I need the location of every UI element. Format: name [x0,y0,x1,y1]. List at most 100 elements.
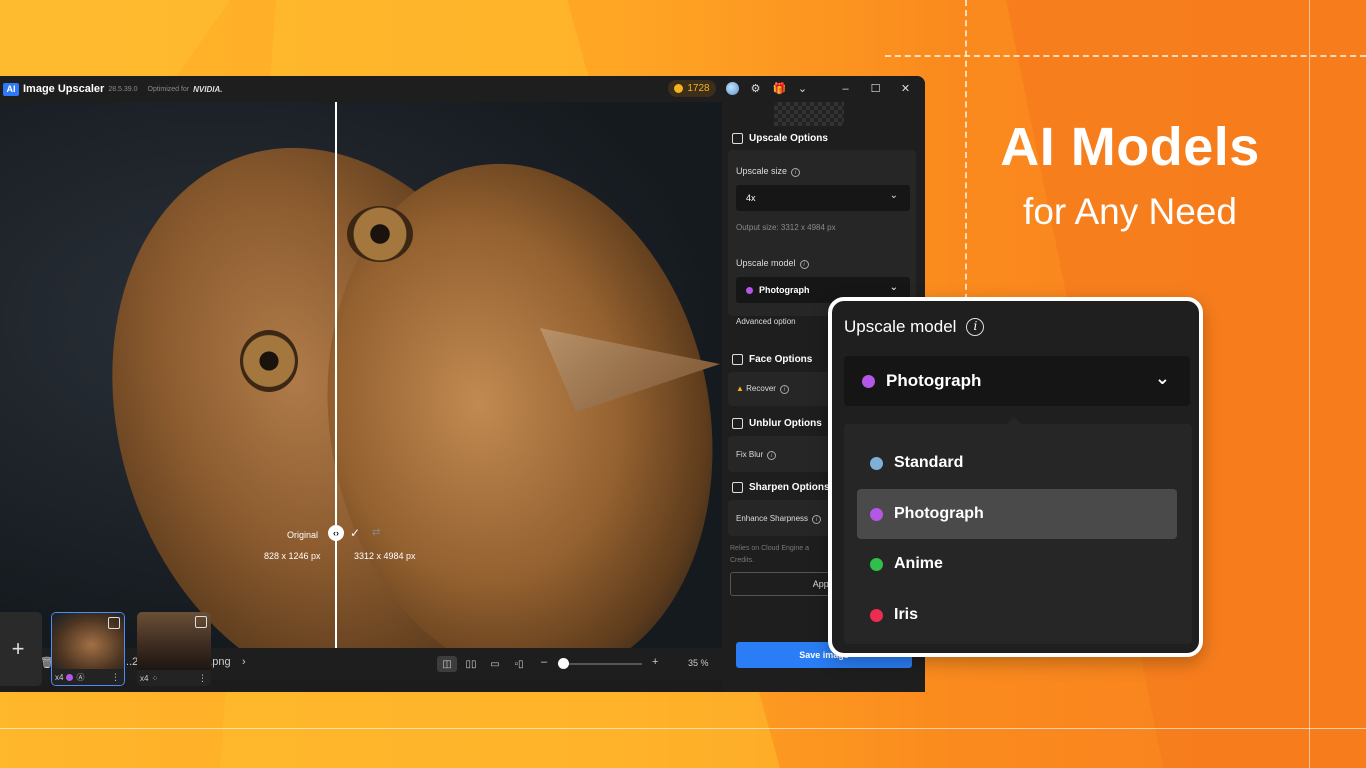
model-dot-icon [870,507,883,521]
dashed-guide-horizontal [885,55,1366,57]
chevron-down-icon: ⌄ [1154,368,1170,388]
app-name: Image Upscaler [23,83,105,95]
more-icon[interactable]: ⋮ [111,672,120,683]
option-label: Iris [894,606,919,623]
advanced-option-link[interactable]: Advanced option [736,317,796,326]
headline-subtitle: for Any Need [1023,191,1237,232]
upscale-model-text: Upscale model [736,258,796,268]
upscale-options-header[interactable]: Upscale Options [732,133,828,144]
chevron-down-icon: ⌄ [889,190,898,201]
thumbnail-scale: x4 [55,672,64,682]
chevron-down-icon: ⌄ [889,282,898,293]
popup-title-text: Upscale model [844,317,957,336]
zoom-level[interactable]: 35 % [688,658,709,668]
fix-blur-text: Fix Blur [736,450,764,459]
info-icon[interactable]: i [799,260,809,269]
model-dot-icon [870,608,883,622]
compare-view-icon[interactable]: ▫▯ [509,656,529,672]
option-label: Photograph [894,505,984,522]
face-options-header[interactable]: Face Options [732,354,812,365]
chevron-down-icon[interactable]: ⌄ [795,81,810,96]
coin-icon [674,84,684,93]
upscale-size-select[interactable]: 4x ⌄ [736,185,910,211]
upscale-options-card: Upscale size i 4x ⌄ Output size: 3312 x 4… [728,150,916,316]
credits-badge[interactable]: 1728 [668,80,716,97]
more-icon[interactable]: ⋮ [198,673,207,684]
preview-thumbnail [774,102,844,126]
optimized-for-label: Optimized for [147,85,190,93]
close-icon[interactable]: ✕ [898,81,913,96]
image-preview[interactable]: Original ‹› ✓ ⇄ 828 x 1246 px 3312 x 498… [0,102,722,648]
output-size: Output size: 3312 x 4984 px [736,223,836,232]
model-select[interactable]: Photograph ⌄ [844,356,1190,406]
warning-icon: ▲ [736,384,744,393]
sharpen-options-header[interactable]: Sharpen Options [732,482,830,493]
zoom-out-icon[interactable]: – [541,656,547,668]
zoom-slider[interactable] [558,663,642,665]
thumbnail[interactable]: x4 ⁘ ⋮ [137,612,211,686]
info-icon[interactable]: i [791,168,801,177]
options-icon: ⁘ [151,673,159,683]
upscale-icon [732,133,743,144]
recover-text: Recover [746,384,776,393]
info-icon[interactable]: i [966,318,985,336]
info-icon[interactable]: i [812,515,822,524]
side-by-side-icon[interactable]: ▯▯ [461,656,481,672]
compare-divider[interactable] [335,102,337,648]
guide-line-vertical [1309,0,1310,768]
model-dot-icon [862,374,875,388]
split-view-icon[interactable]: ◫ [437,656,457,672]
add-image-button[interactable]: + [0,612,42,686]
check-icon[interactable]: ✓ [350,526,360,540]
thumbnail-checkbox[interactable] [108,617,120,629]
model-option-iris[interactable]: Iris [857,590,1177,640]
original-label: Original [287,530,319,540]
upscale-model-label: Upscale model i [736,258,809,269]
credits-count: 1728 [687,83,710,94]
cloud-note: Relies on Cloud Engine a [730,545,809,552]
model-dot-icon [870,456,883,470]
info-icon[interactable]: i [767,451,777,460]
sharpen-options-title: Sharpen Options [749,482,830,493]
headline-title: AI Models [1000,117,1260,177]
app-logo-icon: AI [3,82,19,96]
info-icon[interactable]: i [779,385,789,394]
upscale-size-label: Upscale size i [736,166,801,177]
model-dot-icon [870,557,883,571]
sliders-icon[interactable]: ⚙ [748,81,763,96]
zoom-slider-knob[interactable] [558,658,569,669]
unblur-options-header[interactable]: Unblur Options [732,418,822,429]
cat-eye [347,206,413,262]
avatar[interactable] [726,82,739,95]
upscaled-size: 3312 x 4984 px [354,551,416,561]
selected-model: Photograph [886,371,982,390]
unblur-icon [732,418,743,429]
unblur-options-title: Unblur Options [749,418,822,429]
option-label: Anime [894,555,943,572]
thumbnail-checkbox[interactable] [195,616,207,628]
option-label: Standard [894,454,964,471]
face-options-title: Face Options [749,354,813,365]
compare-handle-icon[interactable]: ‹› [328,525,344,541]
model-option-anime[interactable]: Anime [857,539,1177,589]
maximize-icon[interactable]: ☐ [868,81,883,96]
gift-icon[interactable]: 🎁 [772,81,787,96]
enhance-sharpness-label: Enhance Sharpness i [736,514,822,524]
compare-icon[interactable]: ⇄ [372,527,380,538]
cloud-note-credits: Credits. [730,557,755,564]
model-option-standard[interactable]: Standard [857,438,1177,488]
model-dot-icon [746,286,753,294]
enhance-sharpness-text: Enhance Sharpness [736,514,809,523]
thumbnail[interactable]: x4 Ⓐ ⋮ [51,612,125,686]
minimize-icon[interactable]: – [838,81,853,96]
cat-eye [240,330,298,392]
upscale-size-value: 4x [746,193,756,203]
next-icon[interactable]: › [242,656,246,668]
recover-label: ▲ Recover i [736,384,789,394]
model-option-photograph[interactable]: Photograph [857,489,1177,539]
model-dropdown-list: Standard Photograph Anime Iris [844,424,1192,644]
single-view-icon[interactable]: ▭ [485,656,505,672]
upscale-size-text: Upscale size [736,166,788,176]
zoom-in-icon[interactable]: + [652,656,658,668]
popup-title: Upscale model i [844,317,985,337]
